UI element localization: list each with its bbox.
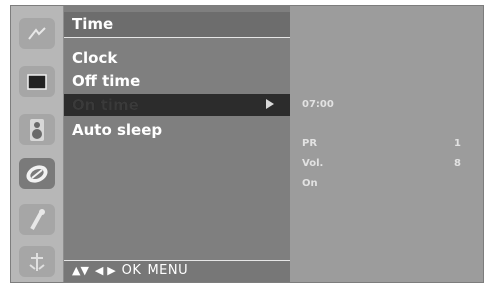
setup-icon[interactable] — [19, 246, 55, 277]
state-value: On — [302, 178, 318, 189]
state-row[interactable]: On — [302, 178, 471, 194]
menu-item-auto-sleep[interactable]: Auto sleep — [64, 119, 290, 141]
picture-icon[interactable] — [19, 18, 55, 49]
program-value: 1 — [454, 138, 461, 149]
volume-label: Vol. — [302, 158, 324, 169]
special-icon[interactable] — [19, 204, 55, 235]
sound-icon[interactable] — [19, 114, 55, 145]
on-time-value: 07:00 — [302, 99, 334, 110]
up-down-arrows-icon: ▲▼ — [72, 264, 89, 277]
osd-panel: Time Clock Off time On time Auto sleep ▲… — [10, 5, 484, 283]
left-right-arrows-icon: ◀ ▶ — [94, 264, 116, 277]
program-label: PR — [302, 138, 318, 149]
menu-item-label: Auto sleep — [72, 121, 163, 139]
submenu-arrow-icon — [266, 99, 274, 109]
program-row[interactable]: PR 1 — [302, 138, 471, 154]
menu-item-label: On time — [72, 96, 139, 114]
volume-value: 8 — [454, 158, 461, 169]
navigation-hints: ▲▼ ◀ ▶ OK MENU — [64, 260, 290, 282]
category-sidebar — [11, 6, 64, 282]
screen-icon[interactable] — [19, 66, 55, 97]
menu-item-off-time[interactable]: Off time — [64, 70, 290, 92]
menu-title-label: Time — [72, 15, 114, 33]
volume-row[interactable]: Vol. 8 — [302, 158, 471, 174]
ok-hint: OK — [121, 263, 142, 278]
time-icon[interactable] — [19, 158, 55, 189]
time-menu: Time Clock Off time On time Auto sleep ▲… — [64, 6, 290, 282]
menu-item-label: Clock — [72, 49, 118, 67]
on-time-detail-panel: 07:00 PR 1 Vol. 8 On — [290, 6, 483, 282]
on-time-value-row[interactable]: 07:00 — [302, 99, 471, 115]
menu-item-on-time[interactable]: On time — [64, 94, 290, 116]
menu-item-clock[interactable]: Clock — [64, 47, 290, 69]
menu-hint: MENU — [147, 263, 189, 278]
menu-title: Time — [64, 12, 290, 38]
menu-item-label: Off time — [72, 72, 141, 90]
